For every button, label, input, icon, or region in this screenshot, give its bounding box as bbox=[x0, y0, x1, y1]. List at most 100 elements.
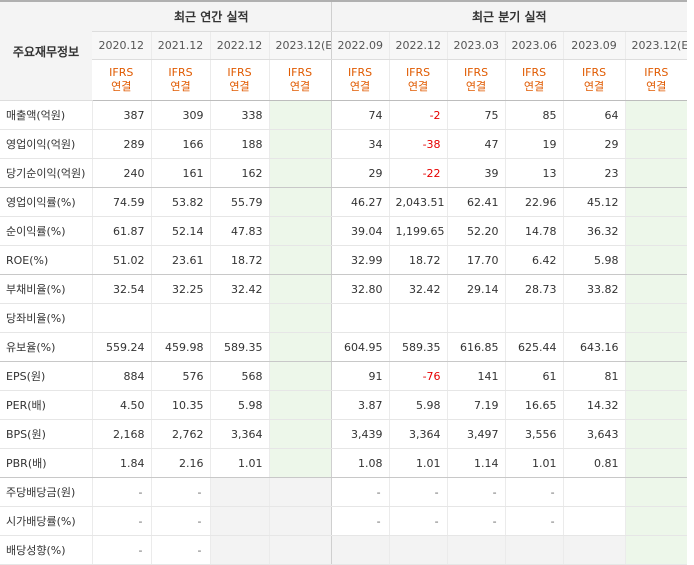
quarterly-section-title: 최근 분기 실적 bbox=[330, 0, 688, 32]
quarterly-value-cell: 16.65 bbox=[504, 390, 564, 420]
table-row: PER(배) 4.50 10.35 5.98 3.87 5.98 7.19 16.65 14.3… bbox=[0, 390, 688, 420]
quarterly-value-cell: 3,643 bbox=[562, 419, 626, 449]
table-row: 시가배당률(%) - - - - - - bbox=[0, 506, 688, 536]
annual-value-cell: 884 bbox=[91, 361, 151, 391]
quarterly-value-cell bbox=[388, 303, 448, 333]
quarterly-value-cell: 36.32 bbox=[562, 216, 626, 246]
quarterly-value-cell: 1.14 bbox=[446, 448, 506, 478]
annual-value-cell: 166 bbox=[150, 129, 210, 159]
annual-value-cell: - bbox=[91, 477, 151, 507]
quarterly-value-cell: 52.20 bbox=[446, 216, 506, 246]
annual-value-cell: 74.59 bbox=[91, 187, 151, 217]
quarterly-value-cell bbox=[624, 448, 688, 478]
quarterly-value-cell: 81 bbox=[562, 361, 626, 391]
quarterly-value-cell: - bbox=[388, 477, 448, 507]
quarterly-value-cell: 3,439 bbox=[330, 419, 390, 449]
row-label: 영업이익률(%) bbox=[0, 187, 92, 217]
table-row: EPS(원) 884 576 568 91 -76 141 61 81 bbox=[0, 361, 688, 391]
quarterly-value-cell: 32.80 bbox=[330, 274, 390, 304]
quarterly-value-cell: 5.98 bbox=[562, 245, 626, 275]
period-annual-1: 2021.12 bbox=[150, 31, 210, 60]
annual-value-cell: - bbox=[150, 535, 210, 565]
quarterly-value-cell bbox=[562, 303, 626, 333]
annual-value-cell: 52.14 bbox=[150, 216, 210, 246]
quarterly-value-cell: 74 bbox=[330, 100, 390, 130]
annual-value-cell bbox=[268, 245, 332, 275]
annual-value-cell: - bbox=[150, 506, 210, 536]
annual-value-cell bbox=[150, 303, 210, 333]
quarterly-value-cell bbox=[624, 216, 688, 246]
quarterly-value-cell bbox=[624, 390, 688, 420]
quarterly-value-cell: - bbox=[446, 506, 506, 536]
row-label: 순이익률(%) bbox=[0, 216, 92, 246]
annual-value-cell bbox=[268, 390, 332, 420]
quarterly-value-cell: 29 bbox=[562, 129, 626, 159]
quarterly-value-cell: 22.96 bbox=[504, 187, 564, 217]
period-annual-0: 2020.12 bbox=[92, 31, 151, 60]
annual-value-cell bbox=[209, 506, 269, 536]
quarterly-value-cell bbox=[504, 303, 564, 333]
annual-value-cell: 53.82 bbox=[150, 187, 210, 217]
quarterly-value-cell: 45.12 bbox=[562, 187, 626, 217]
quarterly-value-cell bbox=[624, 129, 688, 159]
annual-value-cell: 55.79 bbox=[209, 187, 269, 217]
quarterly-value-cell: 13 bbox=[504, 158, 564, 188]
ifrs-label: IFRS 연결 bbox=[209, 59, 269, 101]
annual-section-title: 최근 연간 실적 bbox=[92, 0, 332, 32]
quarterly-value-cell: 604.95 bbox=[330, 332, 390, 362]
row-label: 배당성향(%) bbox=[0, 535, 92, 565]
quarterly-value-cell: 1.01 bbox=[388, 448, 448, 478]
quarterly-value-cell: 2,043.51 bbox=[388, 187, 448, 217]
period-quarter-3: 2023.06 bbox=[504, 31, 564, 60]
quarterly-value-cell: 18.72 bbox=[388, 245, 448, 275]
annual-value-cell bbox=[268, 419, 332, 449]
period-quarter-1: 2022.12 bbox=[388, 31, 448, 60]
quarterly-value-cell bbox=[330, 535, 390, 565]
annual-value-cell: 32.54 bbox=[91, 274, 151, 304]
quarterly-value-cell: 3.87 bbox=[330, 390, 390, 420]
annual-value-cell: 459.98 bbox=[150, 332, 210, 362]
row-label: 부채비율(%) bbox=[0, 274, 92, 304]
period-quarter-0: 2022.09 bbox=[330, 31, 390, 60]
ifrs-label: IFRS 연결 bbox=[624, 59, 688, 101]
quarterly-value-cell: 64 bbox=[562, 100, 626, 130]
annual-value-cell: 576 bbox=[150, 361, 210, 391]
quarterly-value-cell: 85 bbox=[504, 100, 564, 130]
annual-value-cell bbox=[268, 303, 332, 333]
period-quarter-5: 2023.12(E) bbox=[624, 31, 688, 60]
quarterly-value-cell: 46.27 bbox=[330, 187, 390, 217]
quarterly-value-cell bbox=[624, 361, 688, 391]
quarterly-value-cell: 39 bbox=[446, 158, 506, 188]
row-label: 당좌비율(%) bbox=[0, 303, 92, 333]
table-row: 영업이익률(%) 74.59 53.82 55.79 46.27 2,043.51 62.4… bbox=[0, 187, 688, 217]
table-row: ROE(%) 51.02 23.61 18.72 32.99 18.72 17.70 6.42… bbox=[0, 245, 688, 275]
quarterly-value-cell: 14.32 bbox=[562, 390, 626, 420]
annual-value-cell bbox=[268, 477, 332, 507]
row-label-header: 주요재무정보 bbox=[0, 0, 92, 101]
annual-value-cell: - bbox=[91, 535, 151, 565]
quarterly-value-cell bbox=[562, 535, 626, 565]
quarterly-value-cell: 39.04 bbox=[330, 216, 390, 246]
quarterly-value-cell: 1,199.65 bbox=[388, 216, 448, 246]
quarterly-value-cell: 62.41 bbox=[446, 187, 506, 217]
quarterly-value-cell: 616.85 bbox=[446, 332, 506, 362]
quarterly-value-cell: 29 bbox=[330, 158, 390, 188]
ifrs-row: IFRS 연결 IFRS 연결 IFRS 연결 IFRS 연결 IFRS 연결 IFRS 연결 IFRS… bbox=[0, 59, 688, 101]
annual-value-cell: 61.87 bbox=[91, 216, 151, 246]
row-label: 영업이익(억원) bbox=[0, 129, 92, 159]
table-row: PBR(배) 1.84 2.16 1.01 1.08 1.01 1.14 1.01 0.81 bbox=[0, 448, 688, 478]
quarterly-value-cell: 3,556 bbox=[504, 419, 564, 449]
quarterly-value-cell: 28.73 bbox=[504, 274, 564, 304]
quarterly-value-cell: -22 bbox=[388, 158, 448, 188]
table-row: 주당배당금(원) - - - - - - bbox=[0, 477, 688, 507]
quarterly-value-cell: 32.99 bbox=[330, 245, 390, 275]
quarterly-value-cell: 61 bbox=[504, 361, 564, 391]
annual-value-cell bbox=[209, 535, 269, 565]
ifrs-label: IFRS 연결 bbox=[504, 59, 564, 101]
annual-value-cell: 23.61 bbox=[150, 245, 210, 275]
quarterly-value-cell: 19 bbox=[504, 129, 564, 159]
quarterly-value-cell: - bbox=[330, 506, 390, 536]
annual-value-cell: 559.24 bbox=[91, 332, 151, 362]
table-row: 부채비율(%) 32.54 32.25 32.42 32.80 32.42 29.14 28.… bbox=[0, 274, 688, 304]
quarterly-value-cell: 14.78 bbox=[504, 216, 564, 246]
